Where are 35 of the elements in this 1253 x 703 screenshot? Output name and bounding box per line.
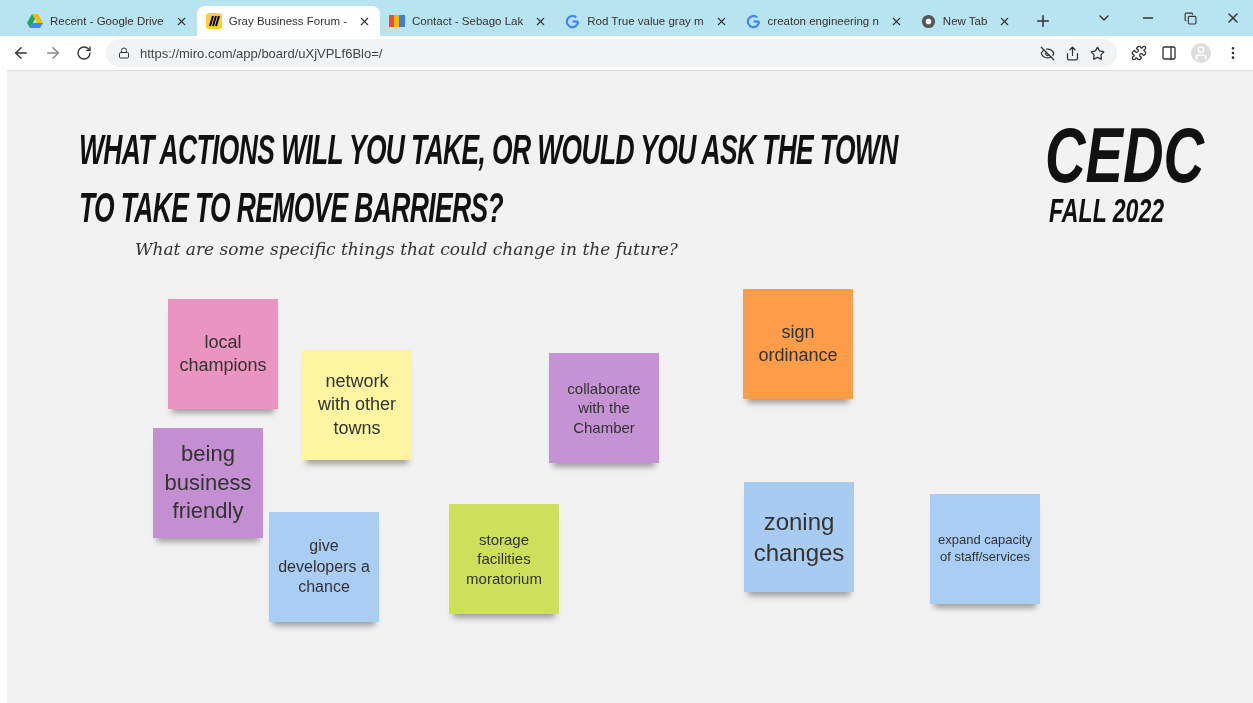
reload-icon[interactable] xyxy=(76,45,92,61)
sticky-note[interactable]: local champions xyxy=(168,299,278,409)
board-title: WHAT ACTIONS WILL YOU TAKE, OR WOULD YOU ASK THE TOWN TO TAKE TO REMOVE BARRIERS? xyxy=(79,125,900,233)
logo-text: CEDC xyxy=(1045,115,1205,195)
browser-tab[interactable]: Contact - Sebago Lak xyxy=(380,6,557,36)
triangle-logo-icon xyxy=(27,14,43,28)
sticky-note[interactable]: expand capacity of staff/services xyxy=(930,494,1040,604)
browser-tab[interactable]: Recent - Google Drive xyxy=(18,6,197,36)
sticky-note[interactable]: being business friendly xyxy=(153,428,263,538)
browser-tab[interactable]: New Tab xyxy=(911,6,1021,36)
logo-subtitle: FALL 2022 xyxy=(1049,192,1165,230)
miro-logo-icon xyxy=(205,13,222,29)
lock-icon xyxy=(118,47,130,59)
puzzle-icon[interactable] xyxy=(1131,45,1147,61)
browser-tab[interactable]: creaton engineering n xyxy=(736,6,912,36)
side-panel-icon[interactable] xyxy=(1161,45,1177,61)
color-bars-icon xyxy=(389,15,405,27)
g-logo-icon xyxy=(565,13,581,29)
sticky-note[interactable]: sign ordinance xyxy=(743,289,853,399)
sticky-note[interactable]: collaborate with the Chamber xyxy=(549,353,659,463)
sticky-note[interactable]: network with other towns xyxy=(302,350,412,460)
share-icon[interactable] xyxy=(1065,45,1080,61)
sticky-note[interactable]: storage facilities moratorium xyxy=(449,504,559,614)
eye-off-icon[interactable] xyxy=(1040,45,1055,61)
address-bar[interactable]: https://miro.com/app/board/uXjVPLf6Blo=/ xyxy=(106,39,1117,67)
board-subtitle: What are some specific things that could change in the future? xyxy=(135,239,678,259)
sticky-note[interactable]: give developers a chance xyxy=(269,512,379,622)
browser-tab[interactable]: Gray Business Forum - xyxy=(196,6,380,36)
browser-tab[interactable]: Rod True value gray m xyxy=(556,6,737,36)
g-logo-icon xyxy=(745,13,761,29)
restore-icon[interactable] xyxy=(1184,11,1197,25)
star-icon[interactable] xyxy=(1090,45,1105,61)
forward-icon[interactable] xyxy=(44,44,62,62)
back-icon[interactable] xyxy=(12,44,30,62)
sticky-note[interactable]: zoning changes xyxy=(744,482,854,592)
